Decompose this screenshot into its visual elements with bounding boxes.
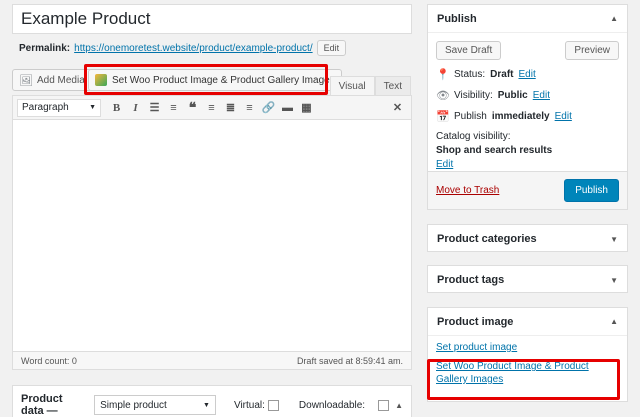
product-type-select[interactable]: Simple product ▼ bbox=[94, 395, 216, 415]
collapse-caret-icon[interactable]: ▲ bbox=[610, 14, 618, 23]
visibility-edit-link[interactable]: Edit bbox=[533, 90, 550, 101]
format-select-value: Paragraph bbox=[22, 102, 69, 113]
highlight-box-sidebar bbox=[427, 359, 620, 400]
link-icon[interactable]: 🔗 bbox=[259, 99, 278, 117]
publish-button[interactable]: Publish bbox=[564, 179, 619, 202]
catalog-visibility-label: Catalog visibility: bbox=[436, 131, 511, 142]
publish-date-label: Publish bbox=[454, 111, 487, 122]
permalink-row: Permalink: https://onemoretest.website/p… bbox=[19, 40, 347, 56]
catalog-visibility-edit-link[interactable]: Edit bbox=[436, 159, 619, 170]
preview-button[interactable]: Preview bbox=[565, 41, 619, 60]
align-right-icon[interactable]: ≡ bbox=[240, 99, 259, 117]
blockquote-icon[interactable]: ❝ bbox=[183, 99, 202, 117]
visibility-label: Visibility: bbox=[454, 90, 493, 101]
italic-icon[interactable]: I bbox=[126, 99, 145, 117]
downloadable-checkbox[interactable] bbox=[378, 399, 390, 411]
post-title-input[interactable]: Example Product bbox=[12, 4, 412, 34]
save-draft-button[interactable]: Save Draft bbox=[436, 41, 502, 60]
align-left-icon[interactable]: ≡ bbox=[202, 99, 221, 117]
chevron-down-icon: ▼ bbox=[203, 401, 210, 409]
set-product-image-link[interactable]: Set product image bbox=[436, 342, 619, 353]
status-value: Draft bbox=[490, 69, 514, 80]
permalink-link[interactable]: https://onemoretest.website/product/exam… bbox=[74, 43, 312, 54]
permalink-label: Permalink: bbox=[19, 42, 71, 54]
product-categories-box: Product categories ▼ bbox=[427, 224, 628, 252]
pin-icon: 📍 bbox=[436, 69, 450, 81]
calendar-icon: 📅 bbox=[436, 111, 450, 123]
publish-box-header[interactable]: Publish ▲ bbox=[428, 5, 627, 33]
visibility-value: Public bbox=[497, 90, 528, 101]
product-categories-title: Product categories bbox=[437, 233, 537, 245]
bold-icon[interactable]: B bbox=[107, 99, 126, 117]
draft-saved-status: Draft saved at 8:59:41 am. bbox=[296, 355, 403, 366]
catalog-visibility-row: Catalog visibility: Shop and search resu… bbox=[428, 127, 627, 174]
status-row: 📍 Status: Draft Edit bbox=[428, 64, 627, 85]
collapse-caret-icon[interactable]: ▲ bbox=[610, 317, 618, 326]
visibility-row: 👁 Visibility: Public Edit bbox=[428, 85, 627, 106]
tab-text[interactable]: Text bbox=[374, 76, 411, 95]
chevron-down-icon: ▼ bbox=[89, 104, 96, 111]
publish-footer: Move to Trash Publish bbox=[428, 171, 627, 209]
product-tags-title: Product tags bbox=[437, 274, 505, 286]
product-categories-header[interactable]: Product categories ▼ bbox=[428, 225, 627, 253]
publish-date-row: 📅 Publish immediately Edit bbox=[428, 106, 627, 127]
highlight-box-editor bbox=[84, 64, 328, 95]
product-type-value: Simple product bbox=[100, 399, 167, 411]
product-data-title: Product data — bbox=[21, 393, 63, 417]
tab-visual[interactable]: Visual bbox=[329, 76, 375, 95]
expand-caret-icon[interactable]: ▼ bbox=[610, 276, 618, 285]
format-select[interactable]: Paragraph ▼ bbox=[17, 98, 101, 117]
toolbar-toggle-icon[interactable]: ▦ bbox=[297, 99, 316, 117]
downloadable-field: Downloadable: bbox=[298, 399, 390, 411]
publish-actions: Save Draft Preview bbox=[428, 33, 627, 64]
product-image-title: Product image bbox=[437, 315, 514, 328]
eye-icon: 👁 bbox=[436, 90, 450, 102]
collapse-caret-icon[interactable]: ▲ bbox=[395, 401, 403, 410]
word-count: Word count: 0 bbox=[21, 355, 77, 366]
editor-toolbar: Paragraph ▼ B I ☰ ≡ ❝ ≡ ≣ ≡ 🔗 ▬ ▦ ✕ bbox=[13, 96, 411, 120]
move-to-trash-link[interactable]: Move to Trash bbox=[436, 185, 499, 196]
virtual-field: Virtual: bbox=[233, 399, 279, 411]
content-editor[interactable]: Paragraph ▼ B I ☰ ≡ ❝ ≡ ≣ ≡ 🔗 ▬ ▦ ✕ Word… bbox=[12, 95, 412, 370]
publish-date-edit-link[interactable]: Edit bbox=[555, 111, 572, 122]
downloadable-label: Downloadable: bbox=[298, 399, 366, 411]
permalink-edit-button[interactable]: Edit bbox=[316, 40, 347, 56]
add-media-label: Add Media bbox=[36, 74, 85, 86]
numbered-list-icon[interactable]: ≡ bbox=[164, 99, 183, 117]
add-media-button[interactable]: 🖼 Add Media bbox=[12, 69, 92, 91]
editor-tabs: Visual Text bbox=[329, 76, 411, 95]
editor-status-bar: Word count: 0 Draft saved at 8:59:41 am. bbox=[13, 351, 411, 369]
product-tags-box: Product tags ▼ bbox=[427, 265, 628, 293]
product-data-panel: Product data — Simple product ▼ Virtual:… bbox=[12, 385, 412, 417]
catalog-visibility-value: Shop and search results bbox=[436, 145, 553, 156]
fullscreen-icon[interactable]: ✕ bbox=[388, 99, 407, 117]
align-center-icon[interactable]: ≣ bbox=[221, 99, 240, 117]
add-media-icon: 🖼 bbox=[19, 74, 33, 87]
status-label: Status: bbox=[454, 69, 486, 80]
read-more-icon[interactable]: ▬ bbox=[278, 99, 297, 117]
publish-box: Publish ▲ Save Draft Preview 📍 Status: D… bbox=[427, 4, 628, 210]
status-edit-link[interactable]: Edit bbox=[518, 69, 535, 80]
product-tags-header[interactable]: Product tags ▼ bbox=[428, 266, 627, 294]
virtual-label: Virtual: bbox=[233, 399, 265, 411]
product-image-header[interactable]: Product image ▲ bbox=[428, 308, 627, 336]
expand-caret-icon[interactable]: ▼ bbox=[610, 235, 618, 244]
bullet-list-icon[interactable]: ☰ bbox=[145, 99, 164, 117]
virtual-checkbox[interactable] bbox=[267, 399, 279, 411]
publish-box-title: Publish bbox=[437, 12, 477, 25]
publish-date-value: immediately bbox=[491, 111, 550, 122]
